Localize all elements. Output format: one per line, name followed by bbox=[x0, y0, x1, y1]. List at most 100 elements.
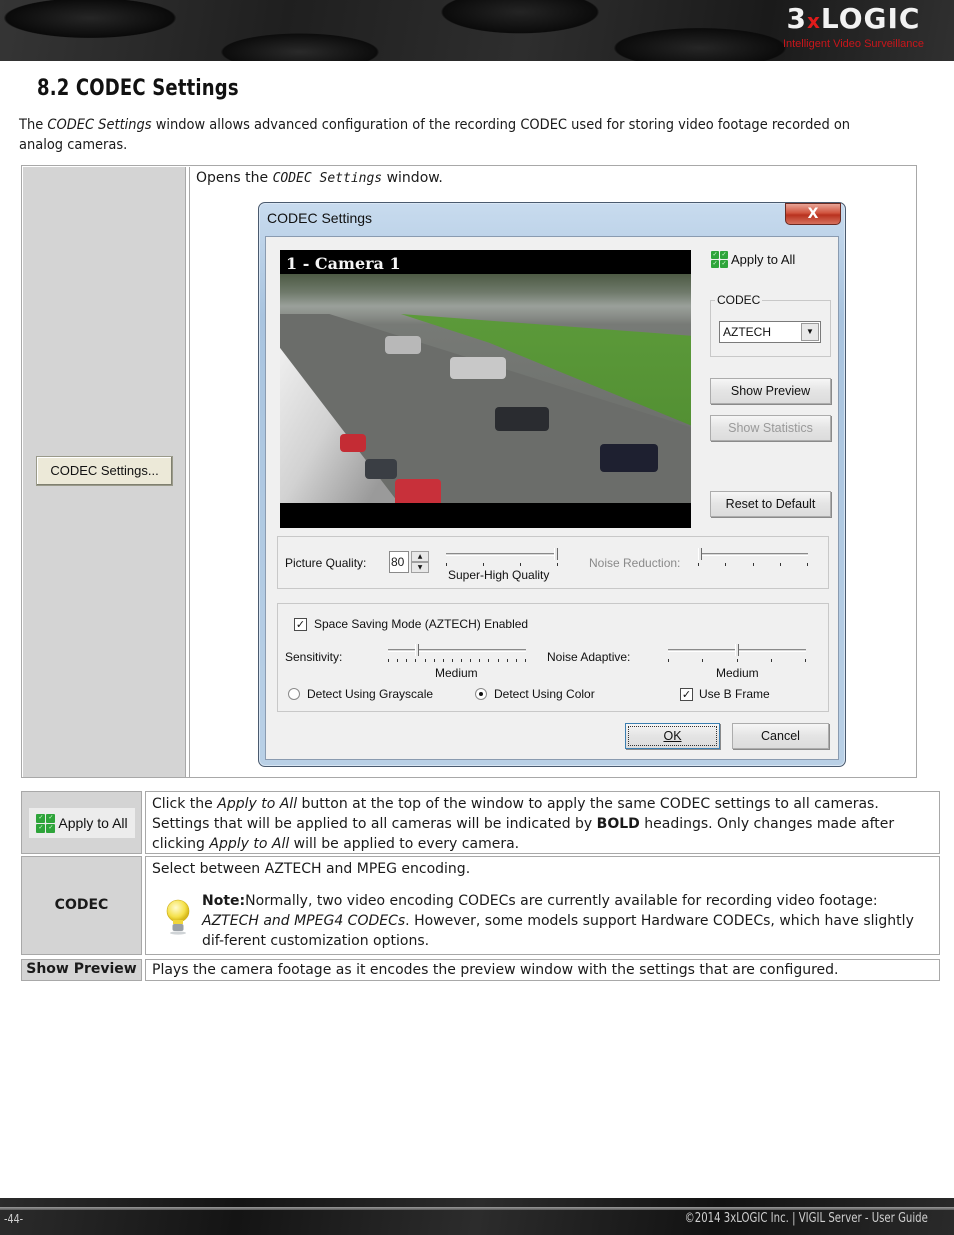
codec-group-label: CODEC bbox=[715, 293, 763, 307]
slider-tick bbox=[424, 659, 426, 662]
slider-tick bbox=[470, 659, 472, 662]
sensitivity-slider[interactable] bbox=[388, 644, 526, 662]
table-cell-label: CODEC bbox=[21, 856, 142, 955]
space-saving-label: Space Saving Mode (AZTECH) Enabled bbox=[314, 617, 529, 631]
slider-tick bbox=[406, 659, 408, 662]
table-cell-label: ✓ ✓ ✓ ✓ Apply to All bbox=[21, 791, 142, 854]
close-icon: X bbox=[807, 206, 819, 222]
slider-tick bbox=[433, 659, 435, 662]
slider-tick bbox=[451, 659, 453, 662]
slider-tick bbox=[446, 563, 447, 566]
table-row: Show Preview Plays the camera footage as… bbox=[21, 959, 940, 981]
sensitivity-caption: Medium bbox=[435, 666, 478, 680]
section-title: 8.2 CODEC Settings bbox=[37, 76, 239, 101]
noise-reduction-label: Noise Reduction: bbox=[589, 556, 681, 570]
slider-tick bbox=[479, 659, 481, 662]
logo-tagline: Intelligent Video Surveillance bbox=[782, 38, 924, 50]
chevron-down-icon[interactable]: ▼ bbox=[801, 323, 819, 341]
slider-tick bbox=[442, 659, 444, 662]
table-cell-description: Click the Apply to All button at the top… bbox=[145, 791, 940, 854]
picture-quality-input[interactable]: 80 bbox=[389, 551, 409, 573]
apply-to-all-button[interactable]: ✓ ✓ ✓ ✓ Apply to All bbox=[29, 808, 135, 838]
camera-preview: 1 - Camera 1 bbox=[280, 250, 691, 528]
picture-quality-slider[interactable] bbox=[446, 548, 558, 566]
noise-adaptive-slider[interactable] bbox=[668, 644, 806, 662]
apply-all-label: Apply to All bbox=[731, 252, 796, 267]
dialog-title: CODEC Settings bbox=[267, 210, 373, 226]
space-saving-checkbox[interactable]: ✓ bbox=[294, 618, 307, 631]
footer-divider bbox=[0, 1207, 954, 1210]
slider-tick bbox=[752, 563, 754, 566]
logo-text: 3 bbox=[786, 2, 807, 35]
slider-tick bbox=[779, 563, 781, 566]
slider-tick bbox=[497, 659, 499, 662]
detect-grayscale-radio[interactable] bbox=[288, 688, 300, 700]
table-cell-label: Show Preview bbox=[21, 959, 142, 981]
slider-tick bbox=[702, 659, 704, 662]
codec-settings-button[interactable]: CODEC Settings... bbox=[36, 456, 173, 486]
stepper-up-icon[interactable]: ▲ bbox=[411, 551, 429, 562]
detect-color-label: Detect Using Color bbox=[494, 687, 595, 701]
page-number: -44- bbox=[4, 1212, 24, 1226]
logo-x: x bbox=[806, 9, 821, 33]
slider-tick bbox=[520, 563, 521, 566]
codec-settings-dialog: CODEC Settings X 1 - Camera 1 ✓ ✓ ✓ ✓ Apply… bbox=[258, 202, 846, 767]
picture-quality-label: Picture Quality: bbox=[285, 556, 367, 570]
slider-tick bbox=[488, 659, 490, 662]
intro-paragraph: The CODEC Settings window allows advance… bbox=[19, 117, 851, 153]
codec-dropdown[interactable]: AZTECH ▼ bbox=[719, 321, 821, 343]
apply-all-icon: ✓ ✓ ✓ ✓ bbox=[36, 813, 56, 833]
note-box: Note:Normally, two video encoding CODECs… bbox=[202, 893, 914, 949]
slider-tick bbox=[397, 659, 399, 662]
table-row: CODEC Select between AZTECH and MPEG enc… bbox=[21, 856, 940, 955]
picture-quality-stepper[interactable]: ▲ ▼ bbox=[411, 551, 429, 573]
table-cell-description: Select between AZTECH and MPEG encoding.… bbox=[145, 856, 940, 955]
row-heading: Show Preview bbox=[26, 961, 137, 977]
slider-tick bbox=[668, 659, 669, 662]
slider-tick bbox=[725, 563, 727, 566]
ok-button[interactable]: OK bbox=[625, 723, 720, 749]
use-b-frame-checkbox[interactable]: ✓ bbox=[680, 688, 693, 701]
show-statistics-button[interactable]: Show Statistics bbox=[710, 415, 831, 441]
noise-reduction-slider[interactable] bbox=[698, 548, 808, 566]
detect-color-radio[interactable] bbox=[475, 688, 487, 700]
logo-text: LOGIC bbox=[820, 2, 921, 35]
note-label: Note: bbox=[202, 893, 246, 909]
cancel-button[interactable]: Cancel bbox=[732, 723, 829, 749]
show-preview-button[interactable]: Show Preview bbox=[710, 378, 831, 404]
table-cell-button: CODEC Settings... bbox=[23, 167, 186, 777]
slider-tick bbox=[388, 659, 389, 662]
slider-tick bbox=[515, 659, 517, 662]
slider-tick bbox=[770, 659, 772, 662]
close-button[interactable]: X bbox=[785, 203, 841, 225]
picture-quality-group: Picture Quality: 80 ▲ ▼ Super-High Quali… bbox=[277, 536, 829, 589]
stepper-down-icon[interactable]: ▼ bbox=[411, 562, 429, 573]
slider-tick bbox=[736, 659, 738, 662]
row-heading: CODEC bbox=[54, 897, 109, 913]
slider-tick bbox=[557, 563, 558, 566]
slider-tick bbox=[805, 659, 806, 662]
camera-label: 1 - Camera 1 bbox=[286, 254, 401, 273]
slider-tick bbox=[483, 563, 484, 566]
apply-all-label: Apply to All bbox=[58, 815, 128, 831]
page-header: 3xLOGIC Intelligent Video Surveillance bbox=[0, 0, 954, 61]
parking-lot-image bbox=[280, 274, 691, 503]
detect-grayscale-label: Detect Using Grayscale bbox=[307, 687, 434, 701]
slider-tick bbox=[524, 659, 526, 662]
slider-tick bbox=[461, 659, 462, 662]
apply-to-all-button[interactable]: ✓ ✓ ✓ ✓ Apply to All bbox=[711, 251, 795, 268]
codec-group: CODEC AZTECH ▼ bbox=[710, 293, 831, 357]
lightbulb-icon bbox=[166, 899, 190, 935]
slider-tick bbox=[698, 563, 699, 566]
page-footer: -44- ©2014 3xLOGIC Inc. | VIGIL Server -… bbox=[0, 1198, 954, 1235]
slider-tick bbox=[506, 659, 508, 662]
description-text: Opens the CODEC Settings window. bbox=[196, 170, 443, 186]
apply-all-icon: ✓ ✓ ✓ ✓ bbox=[711, 251, 728, 268]
sensitivity-label: Sensitivity: bbox=[285, 650, 343, 664]
footer-copyright: ©2014 3xLOGIC Inc. | VIGIL Server - User… bbox=[684, 1211, 928, 1226]
slider-tick bbox=[807, 563, 808, 566]
table-row: ✓ ✓ ✓ ✓ Apply to All Click the Apply to All… bbox=[21, 791, 940, 854]
noise-adaptive-caption: Medium bbox=[716, 666, 759, 680]
reset-to-default-button[interactable]: Reset to Default bbox=[710, 491, 831, 517]
use-b-frame-label: Use B Frame bbox=[699, 687, 770, 701]
